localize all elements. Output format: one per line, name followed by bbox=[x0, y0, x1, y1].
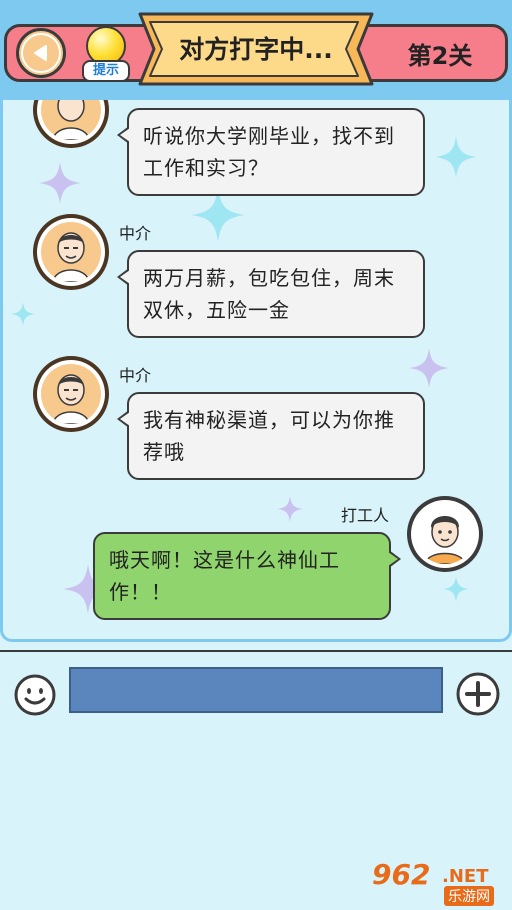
player-face-icon bbox=[424, 516, 466, 564]
message-text: 两万月薪，包吃包住，周末双休，五险一金 bbox=[143, 266, 395, 322]
sparkle-icon bbox=[409, 348, 449, 388]
hint-button[interactable]: 提示 bbox=[80, 26, 132, 82]
back-arrow-icon bbox=[21, 33, 61, 73]
sender-name: 中介 bbox=[119, 224, 152, 243]
sparkle-icon bbox=[443, 576, 469, 602]
message-input[interactable] bbox=[69, 667, 443, 713]
player-avatar[interactable] bbox=[407, 496, 483, 572]
message-bubble: 哦天啊！这是什么神仙工作！！ bbox=[93, 532, 401, 620]
agent-face-icon bbox=[52, 232, 90, 282]
agent-face-icon bbox=[52, 374, 90, 424]
message-text: 哦天啊！这是什么神仙工作！！ bbox=[109, 548, 340, 604]
agent-face-icon bbox=[52, 100, 90, 140]
level-indicator: 第2关 bbox=[407, 42, 473, 70]
watermark-suffix: .NET bbox=[442, 866, 489, 887]
chat-panel[interactable]: 听说你大学刚毕业，找不到工作和实习？ 中介 两万月薪，包吃包住，周末双休，五险一… bbox=[0, 100, 512, 642]
sender-name: 中介 bbox=[119, 366, 152, 385]
message-bubble: 我有神秘渠道，可以为你推荐哦 bbox=[117, 392, 425, 480]
watermark-number: 962 bbox=[372, 858, 431, 891]
agent-avatar[interactable] bbox=[33, 214, 109, 290]
sender-name: 打工人 bbox=[341, 506, 390, 525]
chat-status-title: 对方打字中... bbox=[179, 35, 333, 64]
sparkle-icon bbox=[11, 302, 35, 326]
agent-avatar[interactable] bbox=[33, 100, 109, 148]
back-button[interactable] bbox=[16, 28, 66, 78]
plus-icon bbox=[456, 672, 500, 716]
message-text: 我有神秘渠道，可以为你推荐哦 bbox=[143, 408, 395, 464]
smiley-icon bbox=[14, 674, 56, 716]
emoji-button[interactable] bbox=[14, 674, 56, 716]
hint-label: 提示 bbox=[82, 60, 130, 82]
sparkle-icon bbox=[39, 162, 81, 204]
sparkle-icon bbox=[435, 136, 477, 178]
message-bubble: 两万月薪，包吃包住，周末双休，五险一金 bbox=[117, 250, 425, 338]
message-bubble: 听说你大学刚毕业，找不到工作和实习？ bbox=[117, 108, 425, 196]
add-button[interactable] bbox=[456, 672, 500, 716]
sparkle-icon bbox=[277, 496, 303, 522]
agent-avatar[interactable] bbox=[33, 356, 109, 432]
watermark-site: 乐游网 bbox=[444, 886, 494, 906]
watermark-logo: 962 .NET 乐游网 bbox=[372, 858, 506, 906]
sparkle-icon bbox=[191, 188, 245, 242]
title-banner: 对方打字中... bbox=[136, 8, 376, 90]
message-text: 听说你大学刚毕业，找不到工作和实习？ bbox=[143, 124, 395, 180]
